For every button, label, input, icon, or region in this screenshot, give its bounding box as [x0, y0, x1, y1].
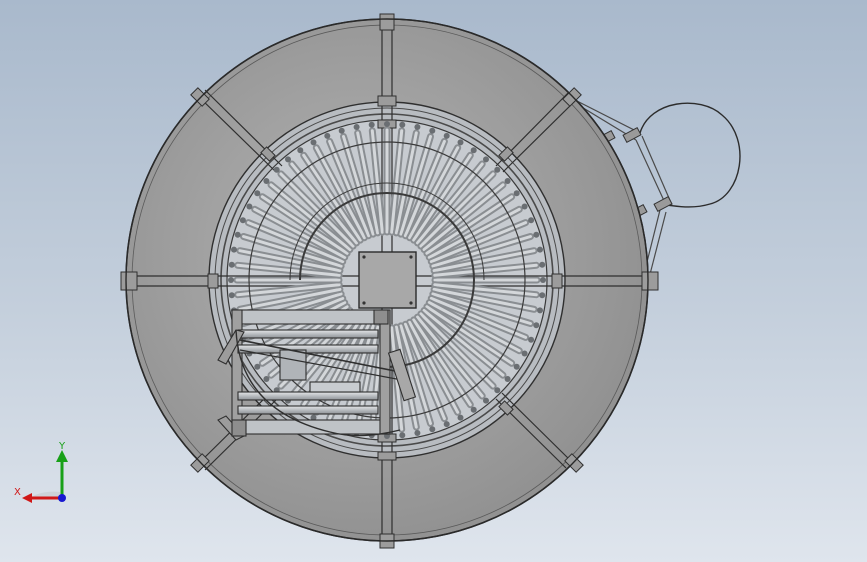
- roller-bearing: [513, 363, 520, 370]
- roller-bearing: [528, 217, 535, 224]
- roller-bearing: [368, 121, 375, 128]
- roller-bearing: [533, 322, 540, 329]
- roller-bearing: [263, 178, 270, 184]
- roller-bearing: [483, 397, 489, 404]
- roller-bearing: [504, 376, 511, 382]
- roller-bearing: [228, 277, 234, 283]
- roller-bearing: [399, 432, 406, 439]
- roller-bearing: [521, 350, 528, 357]
- roller-bearing: [273, 166, 280, 173]
- roller-bearing: [429, 127, 436, 134]
- roller-bearing: [231, 246, 237, 253]
- roller-bearing: [443, 421, 450, 428]
- roller-bearing: [513, 190, 520, 197]
- roller-bearing: [540, 277, 546, 283]
- roller-bearing: [539, 292, 546, 299]
- roller-bearing: [537, 307, 543, 314]
- roller-bearing: [457, 139, 464, 146]
- roller-bearing: [429, 426, 436, 433]
- y-axis-label: Y: [58, 441, 66, 452]
- central-hub: [358, 251, 417, 309]
- roller-bearing: [228, 292, 235, 299]
- axis-triad: Y X: [14, 441, 68, 503]
- roller-bearing: [324, 132, 331, 139]
- roller-bearing: [483, 156, 489, 163]
- roller-bearing: [254, 363, 261, 370]
- x-axis-label: X: [14, 487, 21, 498]
- roller-bearing: [494, 387, 501, 394]
- roller-bearing: [338, 127, 345, 134]
- roller-bearing: [285, 156, 291, 163]
- roller-bearing: [528, 336, 535, 343]
- roller-bearing: [539, 261, 546, 268]
- roller-bearing: [228, 261, 235, 268]
- roller-bearing: [414, 124, 421, 130]
- roller-bearing: [353, 124, 360, 130]
- roller-bearing: [470, 147, 477, 154]
- roller-bearing: [537, 246, 543, 253]
- roller-bearing: [533, 231, 540, 238]
- roller-bearing: [297, 147, 304, 154]
- z-axis-dot: [58, 494, 66, 502]
- roller-bearing: [254, 190, 261, 197]
- conveyor-model[interactable]: [0, 0, 867, 562]
- roller-bearing: [239, 217, 246, 224]
- roller-bearing: [263, 376, 270, 382]
- roller-bearing: [246, 203, 253, 210]
- roller-bearing: [504, 178, 511, 184]
- x-axis-head: [22, 493, 32, 503]
- roller-bearing: [310, 139, 317, 146]
- roller-bearing: [234, 231, 241, 238]
- roller-bearing: [470, 406, 477, 413]
- roller-bearing: [384, 121, 390, 127]
- roller-bearing: [443, 132, 450, 139]
- graphics-viewport[interactable]: Y X: [0, 0, 867, 562]
- roller-bearing: [521, 203, 528, 210]
- roller-bearing: [457, 414, 464, 421]
- roller-bearing: [414, 430, 421, 436]
- roller-bearing: [399, 121, 406, 128]
- roller-bearing: [494, 166, 501, 173]
